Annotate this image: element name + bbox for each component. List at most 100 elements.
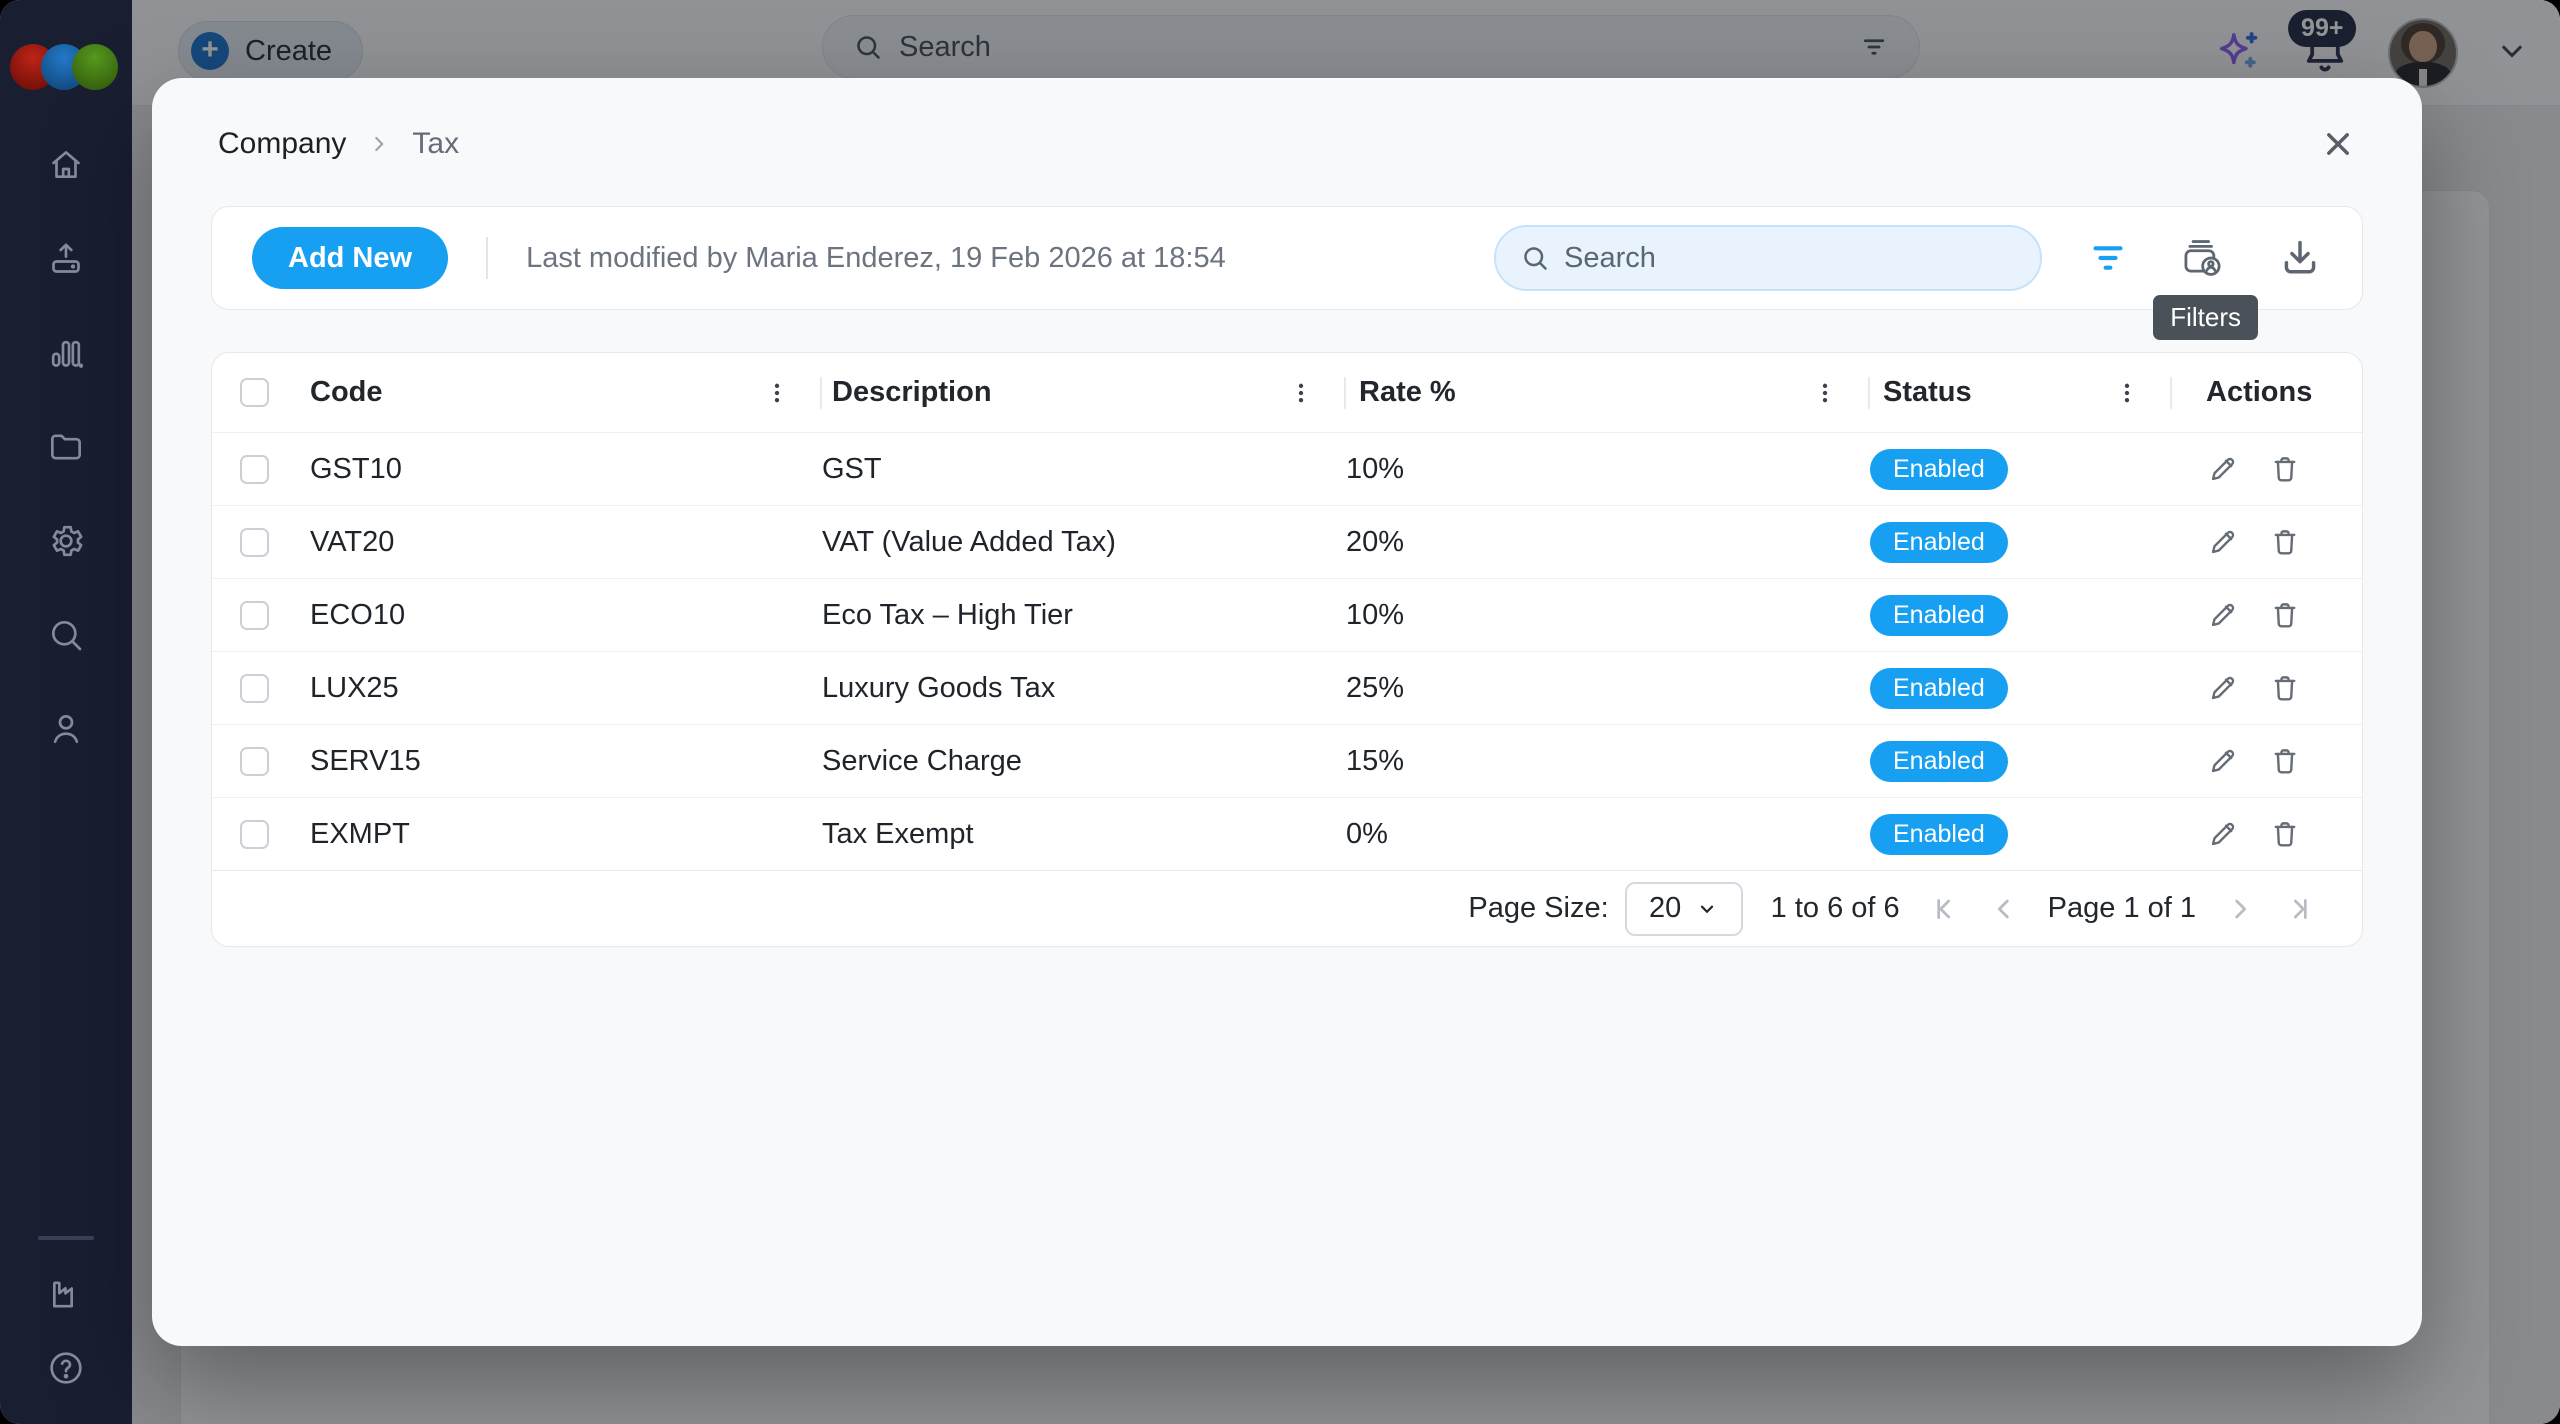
page-size-select[interactable]: 20 (1624, 881, 1743, 936)
status-badge[interactable]: Enabled (1870, 448, 2008, 490)
edit-button[interactable] (2206, 598, 2240, 632)
add-new-button[interactable]: Add New (252, 227, 449, 289)
trash-icon (2274, 822, 2296, 847)
trash-icon (2274, 749, 2296, 774)
sidebar-item-workspace[interactable] (46, 1274, 86, 1314)
filters-tooltip: Filters (2153, 295, 2258, 340)
row-checkbox[interactable] (240, 746, 269, 776)
cell-code: EXMPT (310, 817, 410, 850)
column-menu-icon[interactable] (764, 380, 790, 406)
first-page-icon (1936, 898, 1950, 919)
delete-button[interactable] (2268, 671, 2302, 705)
table-search-input[interactable]: Search (1494, 225, 2042, 291)
card-stack-user-icon (2184, 240, 2221, 276)
export-button[interactable] (2278, 236, 2322, 280)
logo-green-circle (72, 44, 118, 90)
cell-rate: 0% (1346, 817, 1388, 850)
close-button[interactable] (2316, 122, 2360, 166)
column-header-rate[interactable]: Rate % (1359, 376, 1456, 409)
breadcrumb-current: Tax (412, 127, 460, 160)
first-page-button[interactable] (1928, 893, 1960, 925)
cell-description: GST (822, 452, 882, 485)
sidebar-item-profile[interactable] (46, 709, 86, 749)
pencil-icon (2211, 457, 2235, 481)
saved-views-button[interactable] (2180, 235, 2226, 281)
delete-button[interactable] (2268, 525, 2302, 559)
sidebar-item-help[interactable] (46, 1348, 86, 1388)
column-header-description[interactable]: Description (832, 376, 992, 409)
cell-description: Tax Exempt (822, 817, 974, 850)
row-checkbox[interactable] (240, 600, 269, 630)
status-badge[interactable]: Enabled (1870, 667, 2008, 709)
edit-button[interactable] (2206, 525, 2240, 559)
trash-icon (2274, 530, 2296, 555)
cell-rate: 25% (1346, 671, 1405, 704)
column-header-code[interactable]: Code (310, 376, 383, 409)
chevron-down-icon (1701, 905, 1714, 913)
page-indicator: Page 1 of 1 (2047, 892, 2196, 924)
table-row: ECO10 Eco Tax – High Tier 10% Enabled (212, 578, 2362, 651)
search-icon (52, 621, 82, 651)
status-badge[interactable]: Enabled (1870, 594, 2008, 636)
sidebar-item-settings[interactable] (46, 521, 86, 561)
table-row: VAT20 VAT (Value Added Tax) 20% Enabled (212, 505, 2362, 578)
filters-button[interactable] (2088, 238, 2128, 278)
sidebar-divider (38, 1236, 94, 1240)
chevron-left-icon (1997, 899, 2009, 918)
sidebar-item-upload[interactable] (46, 239, 86, 279)
row-checkbox[interactable] (240, 454, 269, 484)
row-range-text: 1 to 6 of 6 (1770, 892, 1900, 924)
cell-code: GST10 (310, 452, 402, 485)
column-header-status[interactable]: Status (1883, 376, 1972, 409)
folder-icon (51, 434, 81, 460)
delete-button[interactable] (2268, 744, 2302, 778)
table-toolbar: Add New Last modified by Maria Enderez, … (211, 206, 2363, 340)
cell-code: ECO10 (310, 598, 406, 631)
select-all-checkbox[interactable] (240, 378, 269, 407)
table-search-placeholder: Search (1564, 241, 1656, 274)
tax-table: Code Description Rate % Status Actions G… (211, 352, 2363, 947)
app-window: + Create Search 99+ Company Tax Add New … (0, 0, 2560, 1424)
cell-description: Luxury Goods Tax (822, 671, 1056, 704)
factory-icon (53, 1281, 73, 1308)
app-logo[interactable] (0, 0, 132, 112)
row-checkbox[interactable] (240, 527, 269, 557)
next-page-button[interactable] (2224, 893, 2256, 925)
help-icon (50, 1352, 82, 1384)
edit-button[interactable] (2206, 744, 2240, 778)
edit-button[interactable] (2206, 452, 2240, 486)
pencil-icon (2211, 676, 2235, 700)
previous-page-button[interactable] (1988, 893, 2020, 925)
sidebar (0, 0, 132, 1424)
sidebar-item-home[interactable] (46, 145, 86, 185)
trash-icon (2274, 457, 2296, 482)
table-row: SERV15 Service Charge 15% Enabled (212, 724, 2362, 797)
sidebar-item-files[interactable] (46, 427, 86, 467)
status-badge[interactable]: Enabled (1870, 813, 2008, 855)
column-menu-icon[interactable] (1812, 380, 1838, 406)
cell-description: VAT (Value Added Tax) (822, 525, 1116, 558)
table-row: GST10 GST 10% Enabled (212, 432, 2362, 505)
column-menu-icon[interactable] (2114, 380, 2140, 406)
table-row: LUX25 Luxury Goods Tax 25% Enabled (212, 651, 2362, 724)
upload-icon (52, 243, 80, 273)
last-page-button[interactable] (2284, 893, 2316, 925)
sidebar-item-search[interactable] (46, 615, 86, 655)
last-page-icon (2294, 898, 2307, 919)
row-checkbox[interactable] (240, 819, 269, 849)
column-menu-icon[interactable] (1288, 380, 1314, 406)
edit-button[interactable] (2206, 817, 2240, 851)
delete-button[interactable] (2268, 452, 2302, 486)
status-badge[interactable]: Enabled (1870, 740, 2008, 782)
breadcrumb-parent[interactable]: Company (218, 127, 346, 161)
status-badge[interactable]: Enabled (1870, 521, 2008, 563)
delete-button[interactable] (2268, 598, 2302, 632)
row-checkbox[interactable] (240, 673, 269, 703)
delete-button[interactable] (2268, 817, 2302, 851)
edit-button[interactable] (2206, 671, 2240, 705)
gear-icon (52, 525, 83, 557)
cell-code: VAT20 (310, 525, 395, 558)
cell-rate: 10% (1346, 452, 1405, 485)
bar-chart-icon (51, 340, 84, 368)
sidebar-item-analytics[interactable] (46, 333, 86, 373)
